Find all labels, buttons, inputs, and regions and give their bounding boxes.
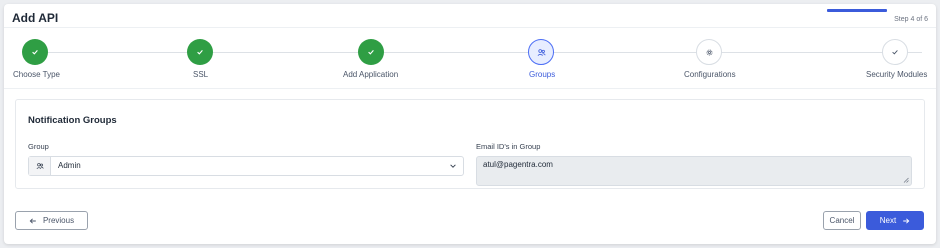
users-icon [36,163,44,170]
check-icon [32,50,38,55]
check-icon [892,50,898,55]
group-select[interactable]: Admin [28,156,464,176]
email-label: Email ID's in Group [476,142,541,151]
chevron-down-icon [450,164,456,168]
previous-label: Previous [42,216,75,225]
users-icon [537,48,546,56]
group-prefix [29,157,51,175]
step-choose-type[interactable] [22,39,48,65]
step-label-ssl: SSL [193,70,209,79]
step-security-modules[interactable] [882,39,908,65]
stepper-line [32,52,922,53]
progress-bar [827,9,887,12]
step-add-application[interactable] [358,39,384,65]
check-icon [197,50,203,55]
step-groups[interactable] [528,39,554,65]
cancel-label: Cancel [829,216,855,225]
section-title: Notification Groups [28,115,117,126]
step-counter: Step 4 of 6 [894,16,928,23]
group-label: Group [28,142,49,151]
notification-groups-panel: Notification Groups Group Admin Email ID… [15,99,925,189]
add-api-card: Add API Step 4 of 6 Choose Type SSL Add … [4,4,936,244]
step-label-security-modules: Security Modules [866,70,928,79]
group-select-value: Admin [58,161,81,170]
step-ssl[interactable] [187,39,213,65]
step-configurations[interactable] [696,39,722,65]
step-label-choose-type: Choose Type [13,70,60,79]
next-button[interactable]: Next [866,211,924,230]
resize-handle-icon[interactable] [903,177,909,183]
arrow-left-icon [29,217,36,224]
previous-button[interactable]: Previous [15,211,88,230]
step-label-configurations: Configurations [684,70,736,79]
header-divider [4,27,936,28]
step-label-groups: Groups [529,70,556,79]
email-textarea[interactable]: atul@pagentra.com [476,156,912,186]
next-label: Next [879,216,897,225]
gear-icon [706,49,712,55]
arrow-right-icon [903,217,910,224]
page-title: Add API [12,11,59,25]
check-icon [368,50,374,55]
cancel-button[interactable]: Cancel [823,211,861,230]
step-label-add-application: Add Application [343,70,399,79]
email-value: atul@pagentra.com [483,160,553,169]
stepper-divider [4,88,936,89]
